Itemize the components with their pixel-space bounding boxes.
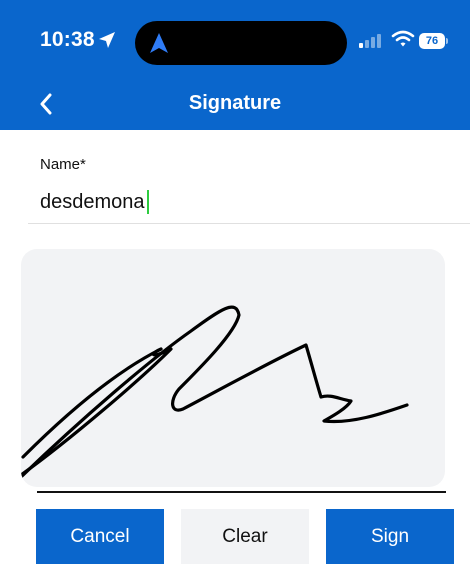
name-value: desdemona (40, 190, 145, 213)
text-caret (146, 190, 149, 214)
nav-bar: Signature (0, 76, 470, 130)
clear-button[interactable]: Clear (181, 509, 309, 564)
navigation-icon (150, 33, 168, 53)
signature-baseline (37, 491, 446, 493)
signature-stroke (21, 305, 409, 479)
cancel-button[interactable]: Cancel (36, 509, 164, 564)
status-time: 10:38 (40, 28, 95, 51)
name-input-value[interactable]: desdemona (40, 190, 149, 214)
signature-pad[interactable] (21, 249, 445, 487)
page-title: Signature (188, 92, 282, 114)
name-field[interactable]: desdemona (28, 184, 470, 224)
dynamic-island (135, 21, 347, 65)
battery-level: 76 (425, 35, 439, 47)
signal-icon (359, 34, 381, 48)
location-arrow-icon (99, 32, 115, 48)
status-bar: 10:38 76 (0, 0, 470, 76)
wifi-icon (391, 30, 415, 47)
battery-icon: 76 (419, 33, 445, 49)
battery-nub (446, 38, 448, 44)
name-label: Name* (40, 156, 86, 173)
sign-button[interactable]: Sign (326, 509, 454, 564)
